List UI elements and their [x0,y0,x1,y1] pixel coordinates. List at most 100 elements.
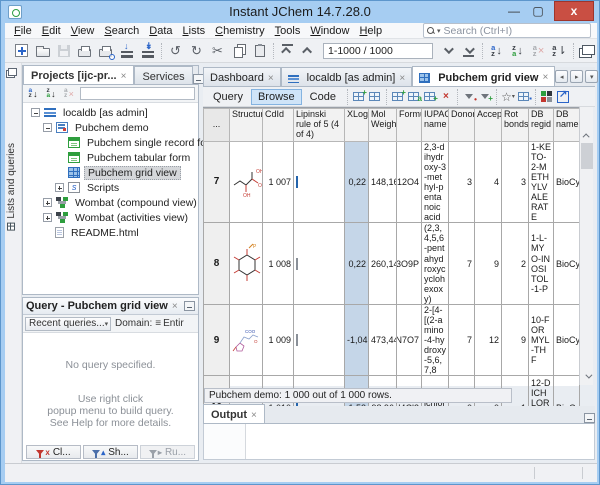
tree-item-readme[interactable]: README.html [23,225,198,240]
column-header-rotbonds[interactable]: Rot bonds [502,109,529,142]
clear-filter-button[interactable]: xCl... [26,445,81,459]
paste-button[interactable] [249,41,270,60]
cdid-cell[interactable]: 1 008 [263,223,294,305]
menu-window[interactable]: Window [305,25,354,37]
structure-cell[interactable]: P [230,223,263,305]
rotbonds-cell[interactable]: 3 [502,141,529,223]
checkbox[interactable] [296,258,298,270]
save-view-button[interactable]: ▪ [516,89,532,104]
table-row[interactable]: 8 P 1 008 0,22 [204,223,580,305]
record-dropdown-button[interactable] [437,41,458,60]
donors-cell[interactable]: 7 [449,304,475,376]
row-number[interactable]: 7 [204,141,230,223]
add-row-button[interactable]: + [351,89,367,104]
advanced-sort-button[interactable]: az⇂ [549,41,570,60]
sort-ascending-button[interactable]: az↓ [486,41,507,60]
minimize-button[interactable]: — [503,3,525,21]
tree-item-single-record-form[interactable]: Pubchem single record form [23,135,198,150]
clear-sort-button[interactable]: az× [528,41,549,60]
save-button[interactable] [53,41,74,60]
tab-pubchem-grid-view[interactable]: Pubchem grid view× [412,66,555,86]
scroll-tabs-left-icon[interactable]: ◂ [555,70,568,83]
menu-chemistry[interactable]: Chemistry [210,25,270,37]
menu-lists[interactable]: Lists [178,25,211,37]
iupac-cell[interactable]: (2,3,4,5,6-pentahydroxycyclohexoxy) [422,223,449,305]
maximize-button[interactable]: ▢ [527,3,549,21]
search-dropdown-icon[interactable]: ▾ [437,27,441,35]
new-button[interactable] [11,41,32,60]
column-header-molweight[interactable]: Mol Weight [369,109,397,142]
iupac-cell[interactable]: 2-[4-[(2-amino-4-hydroxy-5,6,7,8 [422,304,449,376]
close-icon[interactable]: × [172,301,178,312]
cut-button[interactable]: ✂ [207,41,228,60]
row-number[interactable]: 8 [204,223,230,305]
first-record-button[interactable] [277,41,298,60]
quick-search-input[interactable]: ▾ Search (Ctrl+I) [423,23,591,38]
column-header-iupac[interactable]: IUPAC name [422,109,449,142]
close-icon[interactable]: × [399,73,405,84]
table-row[interactable]: 7 OH OH O 1 007 0,22 148,16 C6H [204,141,580,223]
tab-dashboard[interactable]: Dashboard× [203,67,281,86]
checkbox[interactable] [296,334,298,346]
minimize-panel-icon[interactable] [184,301,195,311]
edit-table-button[interactable] [367,89,383,104]
tab-localdb[interactable]: localdb [as admin]× [281,67,413,86]
structure-cell[interactable]: COO O [230,304,263,376]
cdid-cell[interactable]: 1 009 [263,304,294,376]
menu-help[interactable]: Help [354,25,387,37]
molweight-cell[interactable]: 148,16 [369,141,397,223]
import-button[interactable]: ↓ [116,41,137,60]
browse-mode-button[interactable]: Browse [251,89,302,105]
import-append-button[interactable]: ↡ [137,41,158,60]
acceptors-cell[interactable]: 4 [475,141,502,223]
tree-item-pubchem-demo[interactable]: Pubchem demo [23,120,198,135]
formula-cell[interactable]: C6H13O9P [397,223,422,305]
structure-cell[interactable]: OH OH O [230,141,263,223]
favorites-button[interactable]: ☆▾ [500,89,516,104]
domain-value-button[interactable]: Entir [163,318,184,329]
title-bar[interactable]: Instant JChem 14.7.28.0 — ▢ x [1,1,599,23]
row-number[interactable]: 9 [204,304,230,376]
checkbox[interactable] [296,176,298,188]
xlogp-cell[interactable]: 0,22 [345,223,369,305]
donors-cell[interactable]: 7 [449,223,475,305]
query-panel-header[interactable]: Query - Pubchem grid view × [23,298,198,315]
add-chemical-field-button[interactable]: + [422,89,438,104]
sort-descending-button[interactable]: za↓ [507,41,528,60]
last-record-button[interactable] [458,41,479,60]
tree-sort-asc-button[interactable]: az↓ [26,87,40,100]
dock-window-icon[interactable] [8,68,17,76]
redo-button[interactable]: ↻ [186,41,207,60]
column-header-lipinski[interactable]: Lipinski rule of 5 (4 of 4) [294,109,345,142]
column-header-dbname[interactable]: DB name [554,109,580,142]
donors-cell[interactable]: 3 [449,141,475,223]
close-icon[interactable]: × [251,410,257,421]
dbname-cell[interactable]: BioCyc [554,141,580,223]
show-filter-button[interactable]: ▴Sh... [83,445,138,459]
recent-queries-dropdown[interactable]: Recent queries... ▾ [25,317,111,331]
open-button[interactable] [32,41,53,60]
run-query-button[interactable]: ▸Ru... [140,445,195,459]
minimize-panel-icon[interactable] [584,413,595,423]
lipinski-cell[interactable] [294,304,345,376]
rotbonds-cell[interactable]: 9 [502,304,529,376]
lipinski-cell[interactable] [294,141,345,223]
collapse-icon[interactable] [31,108,40,117]
rotbonds-cell[interactable]: 2 [502,223,529,305]
column-header-acceptors[interactable]: Acceptors [475,109,502,142]
dbname-cell[interactable]: BioCyc [554,223,580,305]
expand-icon[interactable] [55,183,64,192]
filter-query-button[interactable]: • [461,89,477,104]
expand-icon[interactable] [43,198,52,207]
dbregid-cell[interactable]: 10-FORMYL-THF [529,304,554,376]
menu-view[interactable]: View [66,25,100,37]
collapse-icon[interactable] [43,123,52,132]
previous-record-button[interactable] [298,41,319,60]
column-header-formula[interactable]: Formula [397,109,422,142]
dbname-cell[interactable]: BioCyc [554,304,580,376]
tab-projects[interactable]: Projects [ijc-pr...× [23,65,134,84]
dbregid-cell[interactable]: 1-L-MYO-INOSITOL-1-P [529,223,554,305]
new-field-button[interactable]: + [390,89,406,104]
scroll-up-button[interactable] [581,129,593,142]
molweight-cell[interactable]: 260,14 [369,223,397,305]
